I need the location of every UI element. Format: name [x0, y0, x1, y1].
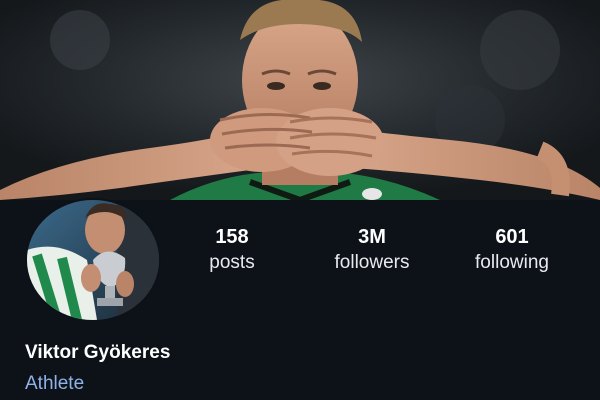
profile-page: 158 posts 3M followers 601 following Vik… — [0, 0, 600, 400]
posts-count: 158 — [215, 226, 249, 248]
profile-avatar[interactable] — [25, 198, 161, 322]
followers-count: 3M — [358, 226, 386, 248]
cover-photo-image — [0, 0, 600, 200]
profile-stats: 158 posts 3M followers 601 following — [170, 224, 590, 284]
followers-label: followers — [334, 252, 410, 273]
stat-posts[interactable]: 158 posts — [172, 224, 292, 276]
stat-followers[interactable]: 3M followers — [312, 224, 432, 276]
following-count: 601 — [495, 226, 529, 248]
profile-category[interactable]: Athlete — [25, 371, 84, 397]
avatar-image — [27, 200, 159, 320]
cover-photo[interactable] — [0, 0, 600, 200]
posts-label: posts — [209, 252, 255, 273]
following-label: following — [475, 252, 549, 273]
profile-name: Viktor Gyökeres — [25, 342, 171, 363]
stat-following[interactable]: 601 following — [452, 224, 572, 276]
